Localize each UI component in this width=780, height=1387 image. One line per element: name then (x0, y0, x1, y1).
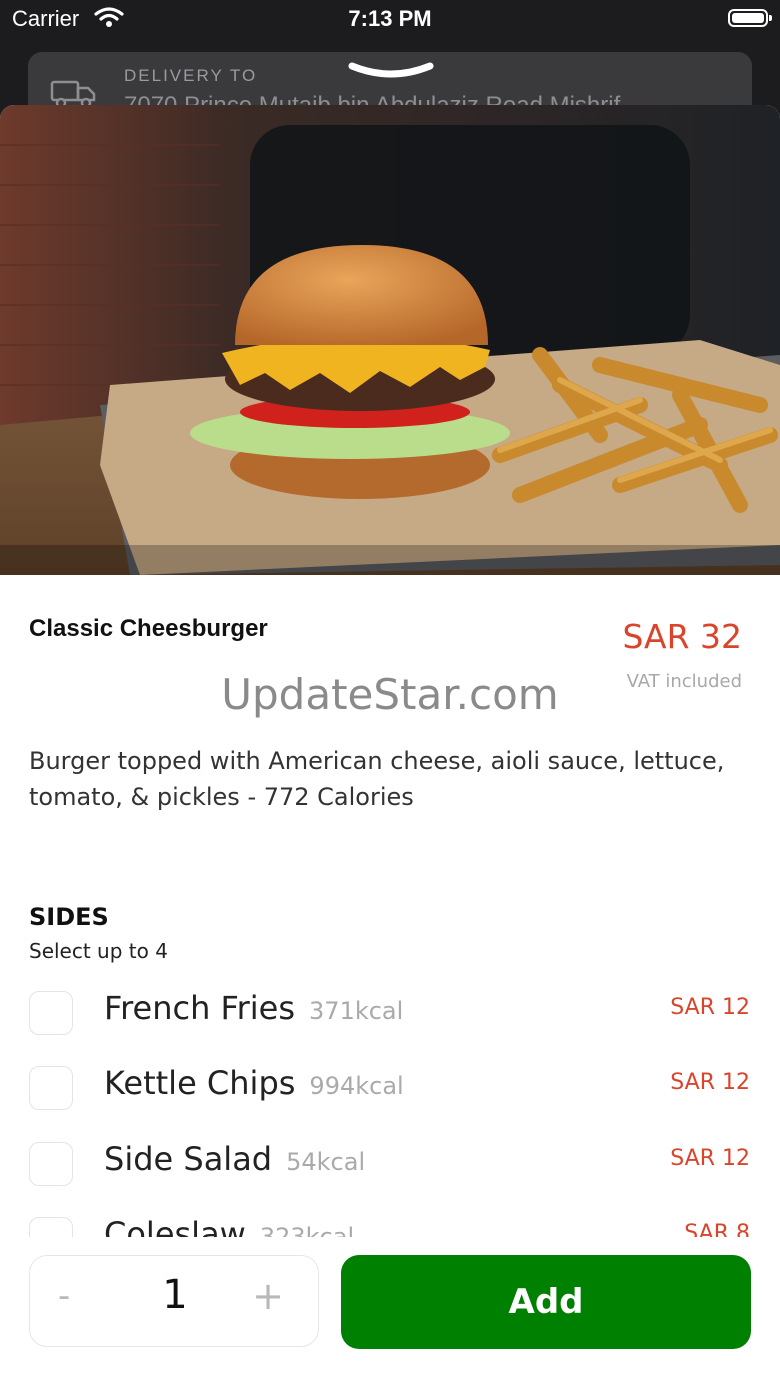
side-option[interactable]: French Fries 371kcal SAR 12 (0, 985, 780, 1045)
item-price: SAR 32 (622, 617, 742, 656)
side-name: Kettle Chips (104, 1064, 296, 1102)
sides-subtitle: Select up to 4 (29, 939, 168, 963)
side-checkbox[interactable] (29, 1066, 73, 1110)
side-name: French Fries (104, 989, 296, 1027)
add-to-cart-button[interactable]: Add (341, 1255, 751, 1349)
side-name: Side Salad (104, 1140, 273, 1178)
side-price: SAR 12 (670, 1146, 750, 1171)
status-bar: Carrier 7:13 PM (0, 0, 780, 44)
side-price: SAR 12 (670, 1070, 750, 1095)
side-kcal: 371kcal (309, 997, 404, 1025)
side-checkbox[interactable] (29, 991, 73, 1035)
item-title: Classic Cheesburger (29, 615, 268, 642)
increase-quantity-button[interactable]: + (252, 1274, 284, 1318)
side-kcal: 54kcal (286, 1148, 366, 1176)
side-option[interactable]: Kettle Chips 994kcal SAR 12 (0, 1060, 780, 1120)
clock: 7:13 PM (348, 6, 432, 31)
side-kcal: 994kcal (309, 1072, 404, 1100)
order-footer: - 1 + Add (0, 1237, 780, 1387)
quantity-stepper: - 1 + (29, 1255, 319, 1347)
watermark: UpdateStar.com (221, 670, 559, 719)
side-price: SAR 12 (670, 995, 750, 1020)
battery-icon (728, 9, 772, 27)
item-photo (0, 105, 780, 575)
sides-title: SIDES (29, 903, 109, 931)
side-option[interactable]: Side Salad 54kcal SAR 12 (0, 1136, 780, 1196)
side-checkbox[interactable] (29, 1142, 73, 1186)
item-description: Burger topped with American cheese, aiol… (29, 747, 725, 811)
item-detail-sheet: Classic Cheesburger SAR 32 VAT included … (0, 105, 780, 1387)
delivery-label: DELIVERY TO (124, 66, 258, 85)
dismiss-chevron-icon[interactable] (346, 58, 436, 88)
